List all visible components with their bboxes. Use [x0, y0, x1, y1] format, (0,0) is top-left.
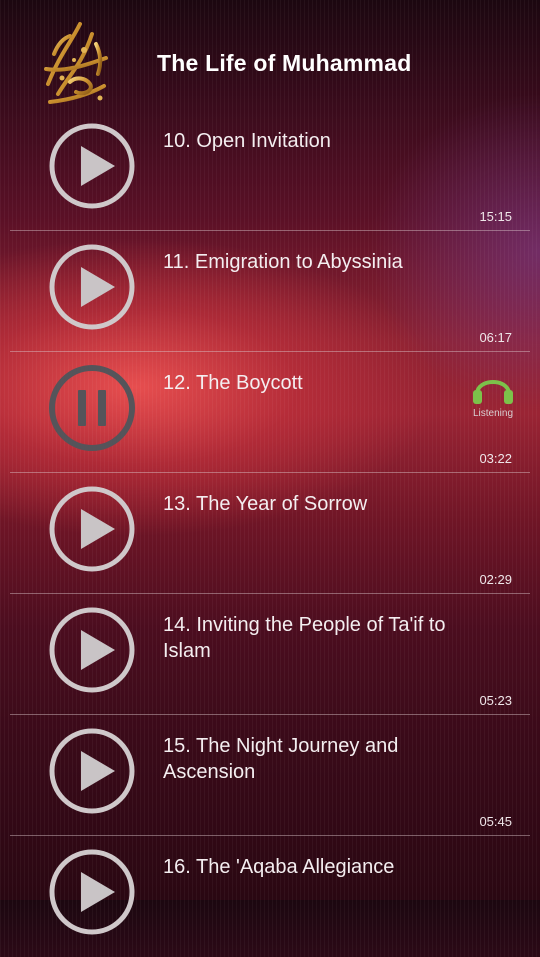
track-title: 12. The Boycott	[163, 372, 303, 394]
track-duration: 15:15	[479, 209, 512, 224]
track-duration: 03:22	[479, 451, 512, 466]
play-icon[interactable]	[48, 727, 136, 815]
listening-indicator: Listening	[467, 370, 519, 419]
track-item-active[interactable]: 12. The Boycott Listening 03:22	[0, 352, 540, 473]
play-icon[interactable]	[48, 848, 136, 936]
track-item[interactable]: 15. The Night Journey and Ascension 05:4…	[0, 715, 540, 836]
play-icon[interactable]	[48, 122, 136, 210]
track-title: 13. The Year of Sorrow	[163, 493, 368, 515]
track-item[interactable]: 16. The 'Aqaba Allegiance	[0, 836, 540, 957]
track-title: 15. The Night Journey and Ascension	[163, 735, 399, 783]
track-item[interactable]: 13. The Year of Sorrow 02:29	[0, 473, 540, 594]
track-item[interactable]: 10. Open Invitation 15:15	[0, 110, 540, 231]
play-icon[interactable]	[48, 243, 136, 331]
app-title: The Life of Muhammad	[157, 50, 412, 76]
track-title: 14. Inviting the People of Ta'if to Isla…	[163, 614, 446, 662]
track-duration: 05:45	[479, 814, 512, 829]
play-icon[interactable]	[48, 606, 136, 694]
track-duration: 06:17	[479, 330, 512, 345]
calligraphy-logo-icon	[44, 22, 108, 104]
play-icon[interactable]	[48, 485, 136, 573]
headphones-icon	[473, 380, 513, 404]
pause-icon[interactable]	[48, 364, 136, 452]
track-title: 10. Open Invitation	[163, 130, 331, 152]
app-header: The Life of Muhammad	[0, 0, 540, 128]
track-title: 16. The 'Aqaba Allegiance	[163, 856, 395, 878]
listening-label: Listening	[472, 408, 514, 419]
track-item[interactable]: 14. Inviting the People of Ta'if to Isla…	[0, 594, 540, 715]
track-duration: 02:29	[479, 572, 512, 587]
track-duration: 05:23	[479, 693, 512, 708]
track-title: 11. Emigration to Abyssinia	[163, 251, 403, 273]
track-item[interactable]: 11. Emigration to Abyssinia 06:17	[0, 231, 540, 352]
